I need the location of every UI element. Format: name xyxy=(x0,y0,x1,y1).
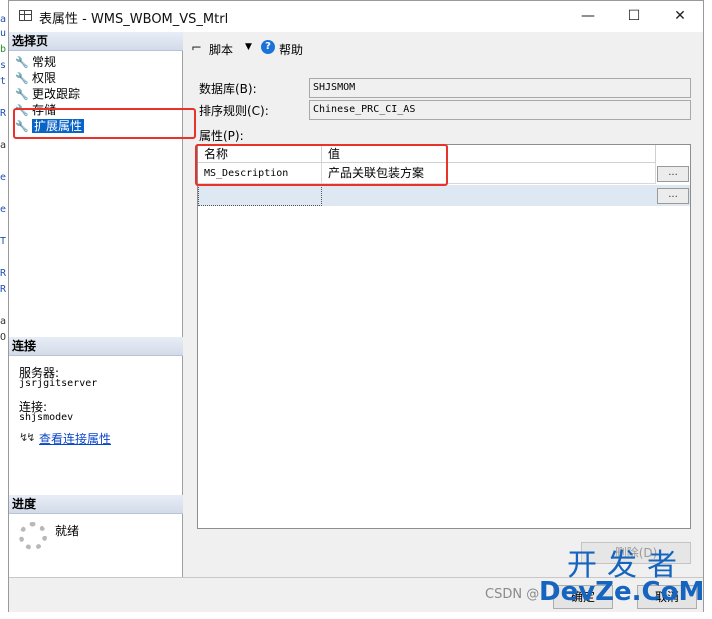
page-item-label: 权限 xyxy=(32,71,57,85)
page-item-label: 更改跟踪 xyxy=(32,87,81,101)
collation-field: Chinese_PRC_CI_AS xyxy=(309,100,691,120)
value-ellipsis-button[interactable]: ... xyxy=(657,166,689,182)
progress-spinner-icon xyxy=(19,522,47,550)
help-icon: ? xyxy=(261,40,275,54)
select-page-header: 选择页 xyxy=(9,32,183,51)
devze-watermark-logo: 开发者 DevZe.CoM xyxy=(539,551,705,607)
page-item-general[interactable]: 🔧 常规 xyxy=(15,54,56,70)
wrench-icon: 🔧 xyxy=(15,88,29,101)
server-value: jsrjgitserver xyxy=(19,378,98,389)
title-bar: 表属性 - WMS_WBOM_VS_Mtrl — ☐ ✕ xyxy=(9,1,703,32)
minimize-button[interactable]: — xyxy=(565,1,611,32)
script-icon: ⌐ xyxy=(191,41,202,56)
csdn-watermark: CSDN @ xyxy=(485,587,540,602)
properties-grid: 名称 值 MS_Description 产品关联包装方案 ... ... xyxy=(197,144,691,529)
connection-value: shjsmodev xyxy=(19,412,74,423)
new-property-name-cell[interactable] xyxy=(198,185,322,206)
properties-label: 属性(P): xyxy=(199,129,244,143)
background-editor-strip: aub stR aee TRR aO xyxy=(0,0,8,619)
wrench-icon: 🔧 xyxy=(15,72,29,85)
highlight-box-description xyxy=(195,144,448,186)
connection-properties-icon: ↯↯ xyxy=(19,431,36,444)
maximize-button[interactable]: ☐ xyxy=(611,1,657,32)
table-properties-dialog: 表属性 - WMS_WBOM_VS_Mtrl — ☐ ✕ 选择页 🔧 常规 🔧 权限… xyxy=(8,0,704,612)
page-item-label: 常规 xyxy=(32,55,57,69)
database-field: SHJSMOM xyxy=(309,78,691,98)
progress-status: 就绪 xyxy=(55,524,80,538)
left-pane: 选择页 🔧 常规 🔧 权限 🔧 更改跟踪 🔧 存储 🔧 扩展属性 连接 服务器: jsrj… xyxy=(9,32,196,577)
script-button[interactable]: 脚本 xyxy=(209,41,233,58)
help-button[interactable]: 帮助 xyxy=(279,41,303,58)
table-icon xyxy=(19,10,32,21)
collation-label: 排序规则(C): xyxy=(199,104,269,118)
view-connection-properties-link[interactable]: 查看连接属性 xyxy=(39,430,111,447)
window-title: 表属性 - WMS_WBOM_VS_Mtrl xyxy=(39,12,229,27)
highlight-box-extended-properties xyxy=(13,108,196,139)
wrench-icon: 🔧 xyxy=(15,56,29,69)
brand-bottom-text: DevZe.CoM xyxy=(539,577,705,607)
script-dropdown-arrow-icon[interactable]: ▼ xyxy=(245,42,252,52)
database-label: 数据库(B): xyxy=(199,82,257,96)
page-item-change-tracking[interactable]: 🔧 更改跟踪 xyxy=(15,86,80,102)
connection-header: 连接 xyxy=(9,337,183,356)
progress-header: 进度 xyxy=(9,495,183,514)
page-item-permissions[interactable]: 🔧 权限 xyxy=(15,70,56,86)
new-row-ellipsis-button[interactable]: ... xyxy=(657,188,689,204)
close-button[interactable]: ✕ xyxy=(657,1,703,32)
